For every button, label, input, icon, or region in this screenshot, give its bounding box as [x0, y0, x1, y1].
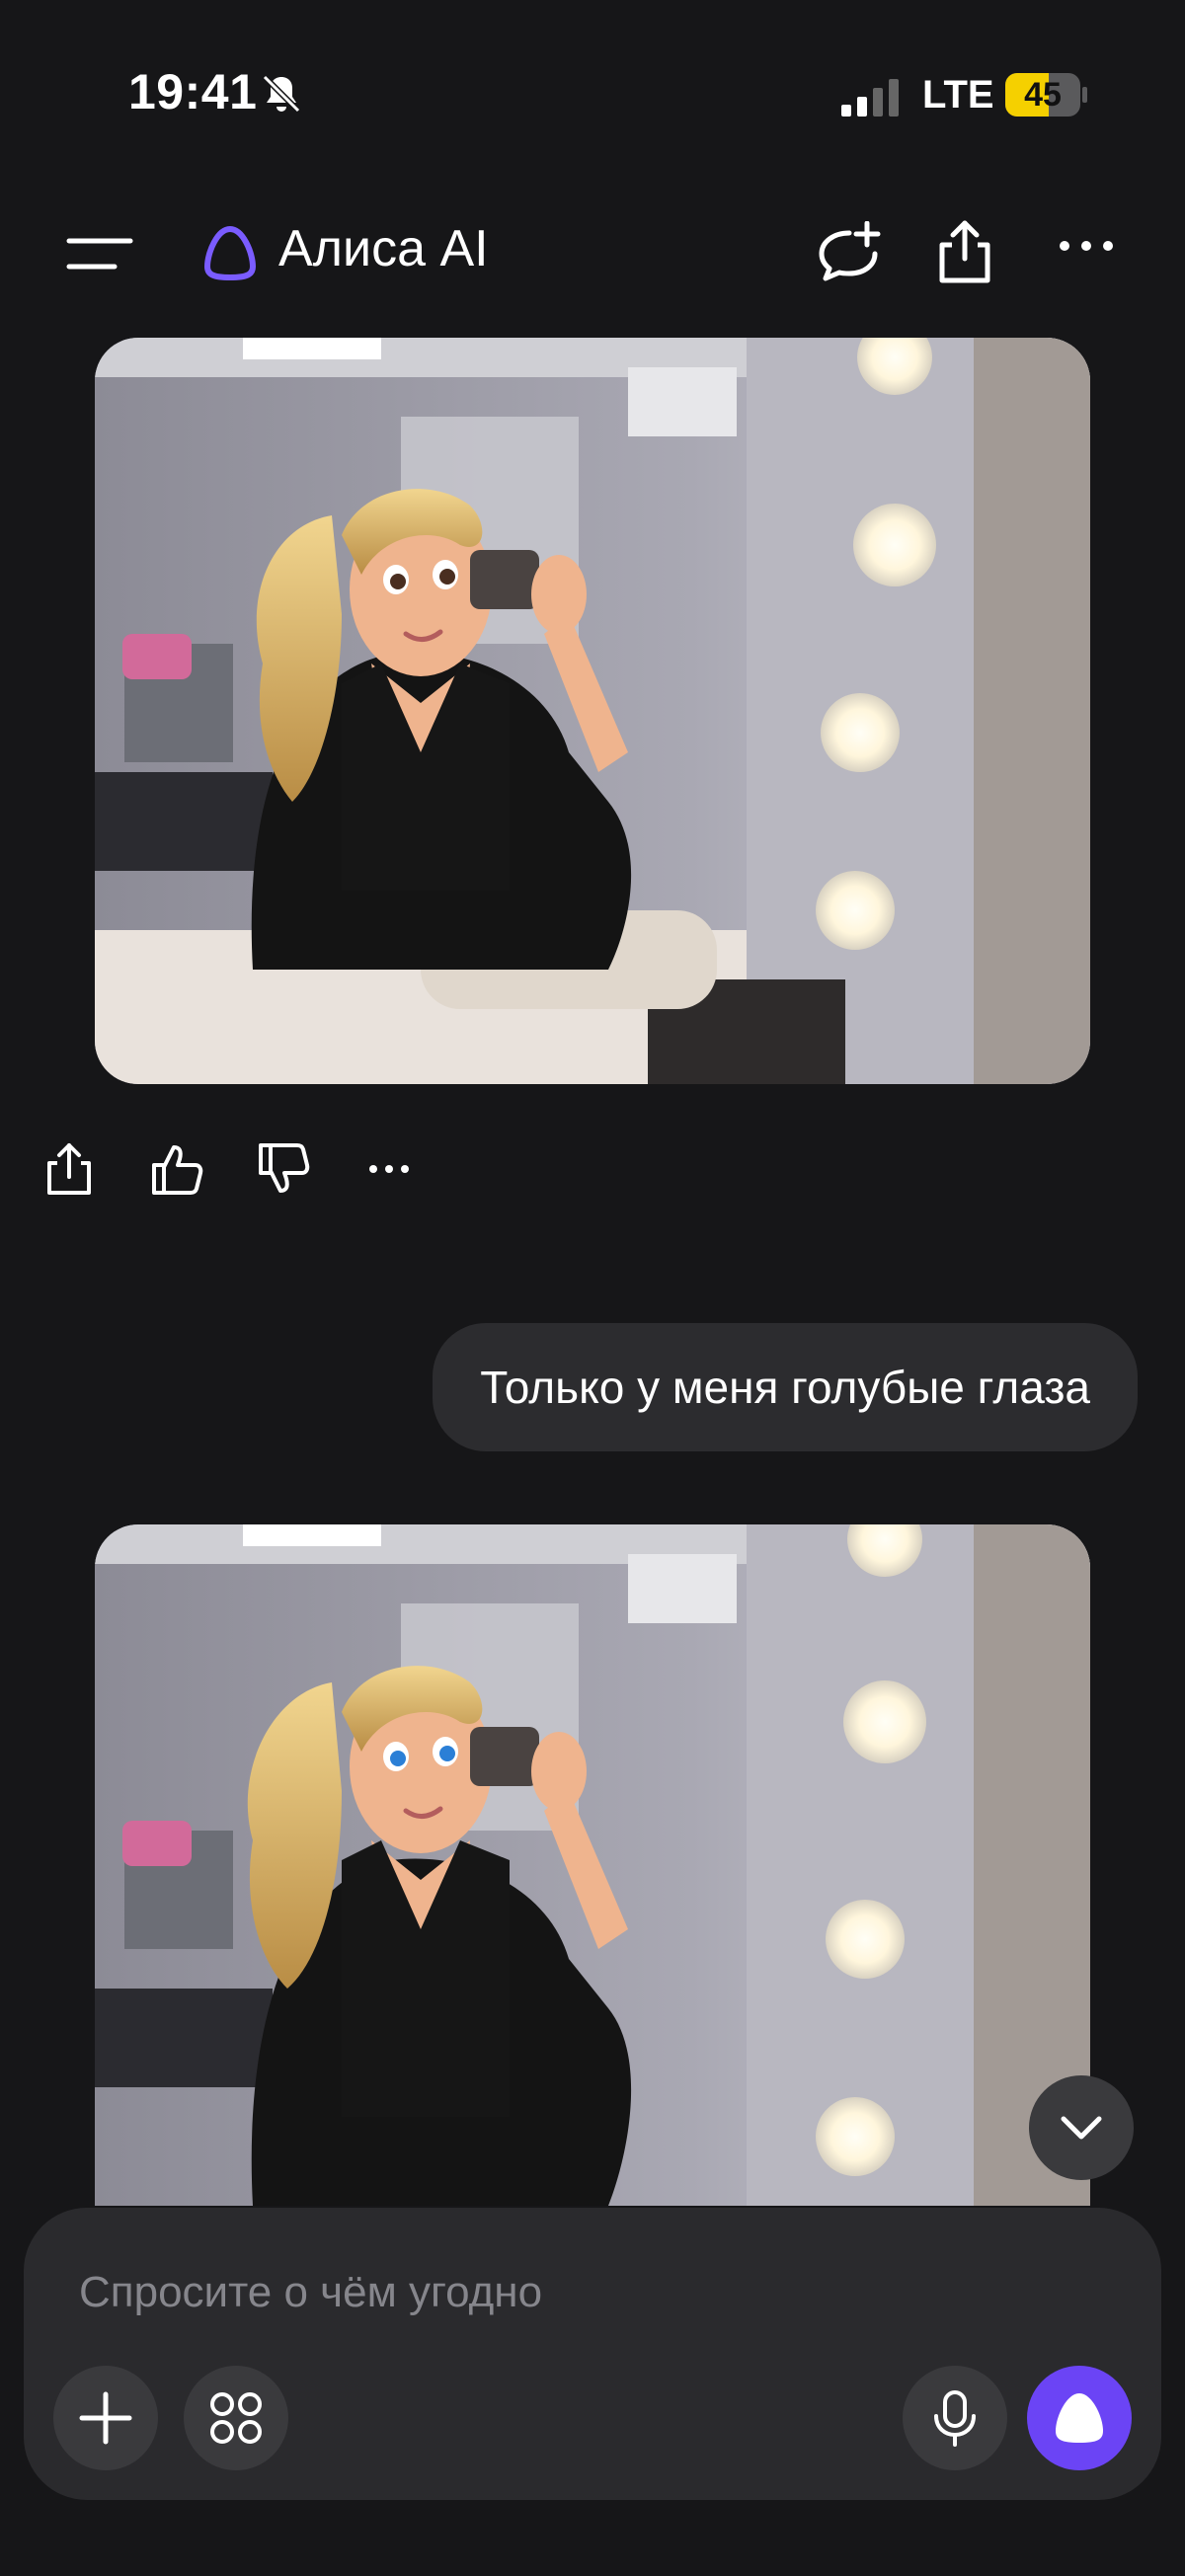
message-input[interactable]: [77, 2257, 970, 2328]
alice-assistant-button[interactable]: [1027, 2366, 1132, 2470]
generated-image[interactable]: [95, 1524, 1090, 2206]
user-message-text: Только у меня голубые глаза: [480, 1362, 1090, 1413]
cellular-signal-icon: [841, 79, 899, 117]
message-composer: [24, 2208, 1161, 2500]
plus-icon: [79, 2391, 132, 2445]
voice-input-button[interactable]: [903, 2366, 1007, 2470]
status-time: 19:41: [128, 64, 258, 119]
share-icon[interactable]: [934, 219, 995, 284]
scroll-to-bottom-button[interactable]: [1029, 2075, 1134, 2180]
alice-logo-icon: [1056, 2393, 1103, 2443]
share-message-icon[interactable]: [40, 1139, 99, 1199]
app-title: Алиса AI: [278, 220, 489, 277]
menu-icon[interactable]: [65, 231, 134, 276]
battery-level: 45: [1024, 76, 1062, 114]
skills-button[interactable]: [184, 2366, 288, 2470]
attach-button[interactable]: [53, 2366, 158, 2470]
grid-icon: [210, 2392, 262, 2444]
new-chat-icon[interactable]: [816, 221, 881, 284]
more-options-icon[interactable]: [1057, 231, 1116, 261]
chevron-down-icon: [1061, 2116, 1102, 2140]
thumbs-up-icon[interactable]: [146, 1139, 205, 1199]
generated-image[interactable]: [95, 338, 1090, 1084]
status-bar: 19:41 LTE 45: [0, 0, 1185, 188]
more-actions-icon[interactable]: [359, 1139, 419, 1199]
app-header: Алиса AI: [0, 188, 1185, 326]
thumbs-down-icon[interactable]: [253, 1139, 312, 1199]
muted-bell-icon: [262, 74, 301, 114]
user-message-bubble: Только у меня голубые глаза: [433, 1323, 1138, 1451]
alice-logo-icon: [203, 225, 257, 281]
microphone-icon: [934, 2390, 976, 2447]
network-type: LTE: [922, 73, 994, 117]
